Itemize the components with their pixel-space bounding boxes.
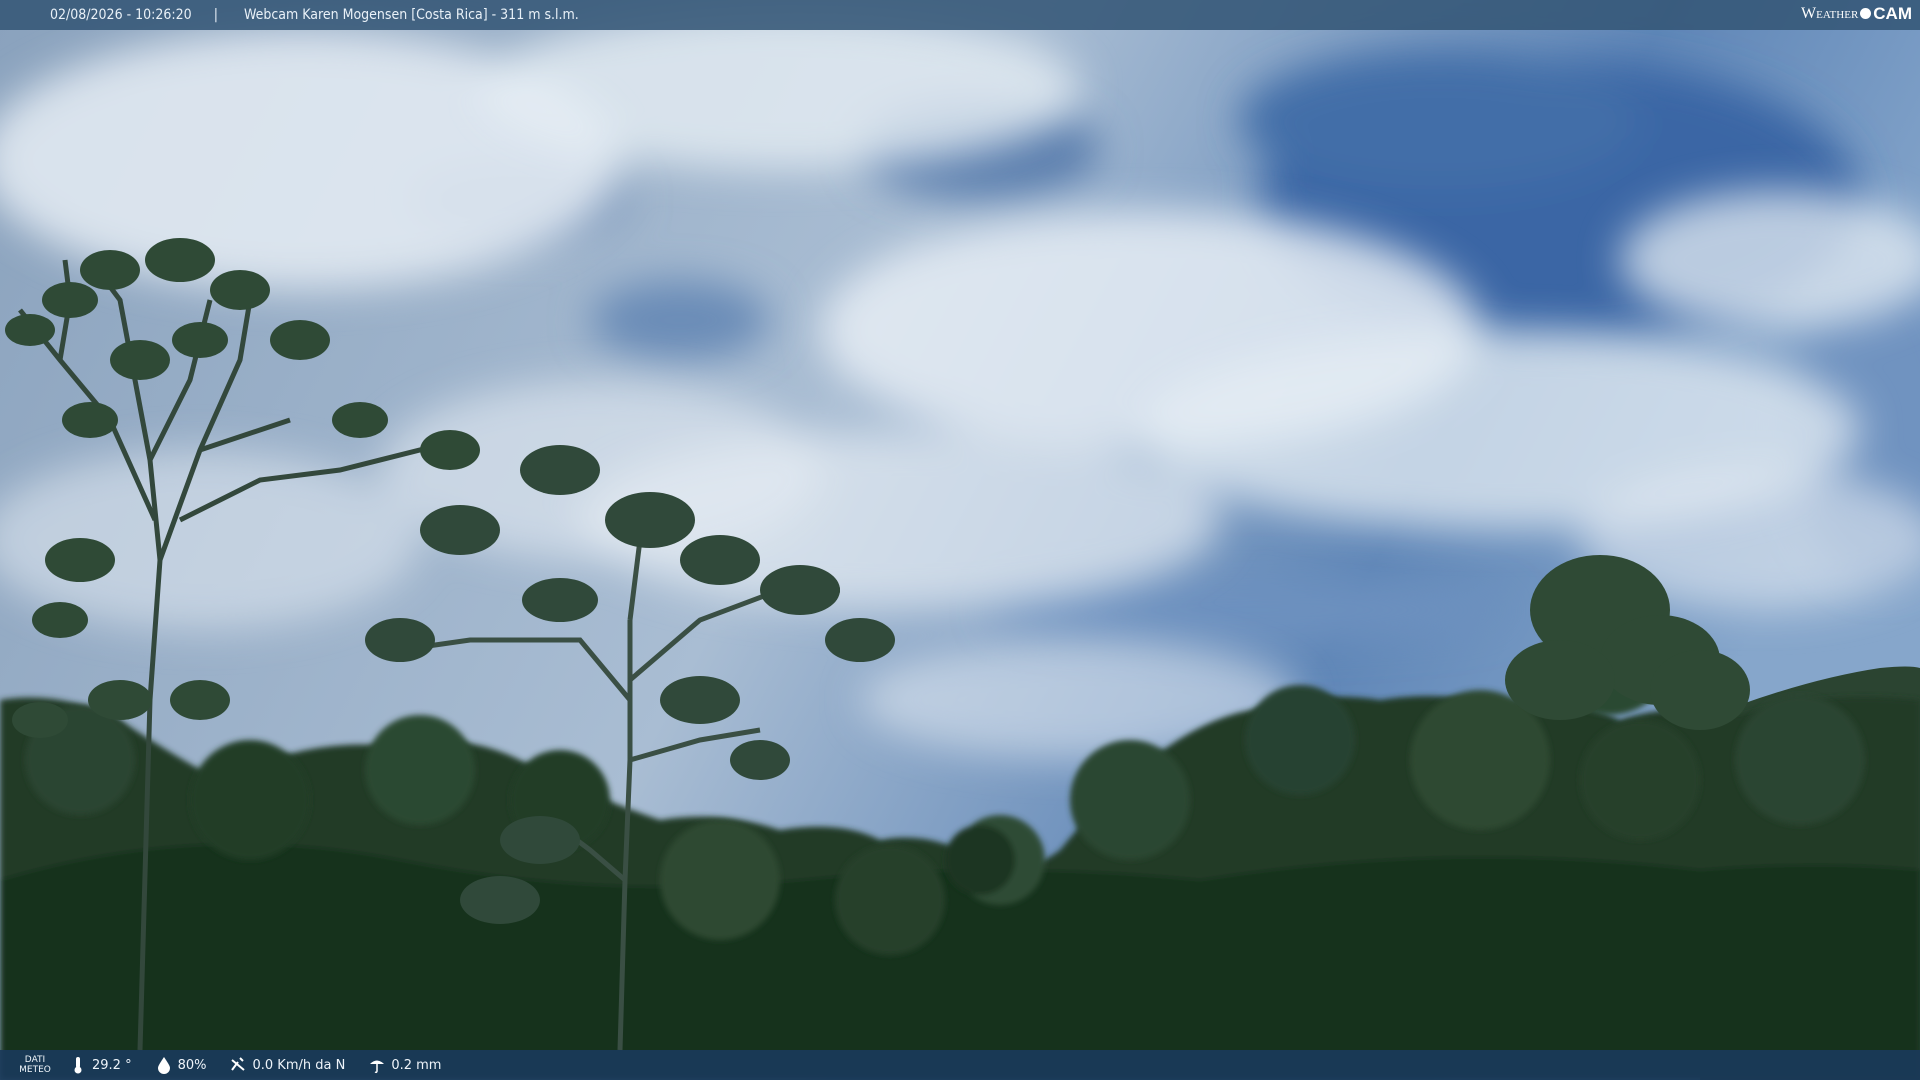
webcam-image <box>0 0 1920 1080</box>
droplet-icon <box>157 1057 170 1074</box>
logo-cam: CAM <box>1873 4 1912 23</box>
logo-dot-icon <box>1860 7 1872 19</box>
wind-icon <box>231 1057 246 1071</box>
weather-data-bar: DATI METEO 29.2 ° 80% 0.0 Km/h da N 0.2 … <box>0 1050 1920 1080</box>
webcam-title: Webcam Karen Mogensen [Costa Rica] - 311… <box>243 7 579 23</box>
rain-reading: 0.2 mm <box>369 1056 441 1074</box>
top-info-bar: 02/08/2026 - 10:26:20 | Webcam Karen Mog… <box>0 0 1920 30</box>
temperature-reading: 29.2 ° <box>70 1056 132 1074</box>
weathercam-logo: Weather CAM <box>1801 4 1912 24</box>
thermometer-icon <box>74 1057 82 1074</box>
wind-reading: 0.0 Km/h da N <box>230 1056 345 1074</box>
rain-icon <box>370 1060 385 1074</box>
dati-meteo-label: DATI METEO <box>19 1055 51 1075</box>
humidity-reading: 80% <box>156 1056 206 1074</box>
datetime: 02/08/2026 - 10:26:20 <box>50 7 192 23</box>
separator: | <box>213 7 218 23</box>
logo-word: Weather <box>1801 5 1859 22</box>
